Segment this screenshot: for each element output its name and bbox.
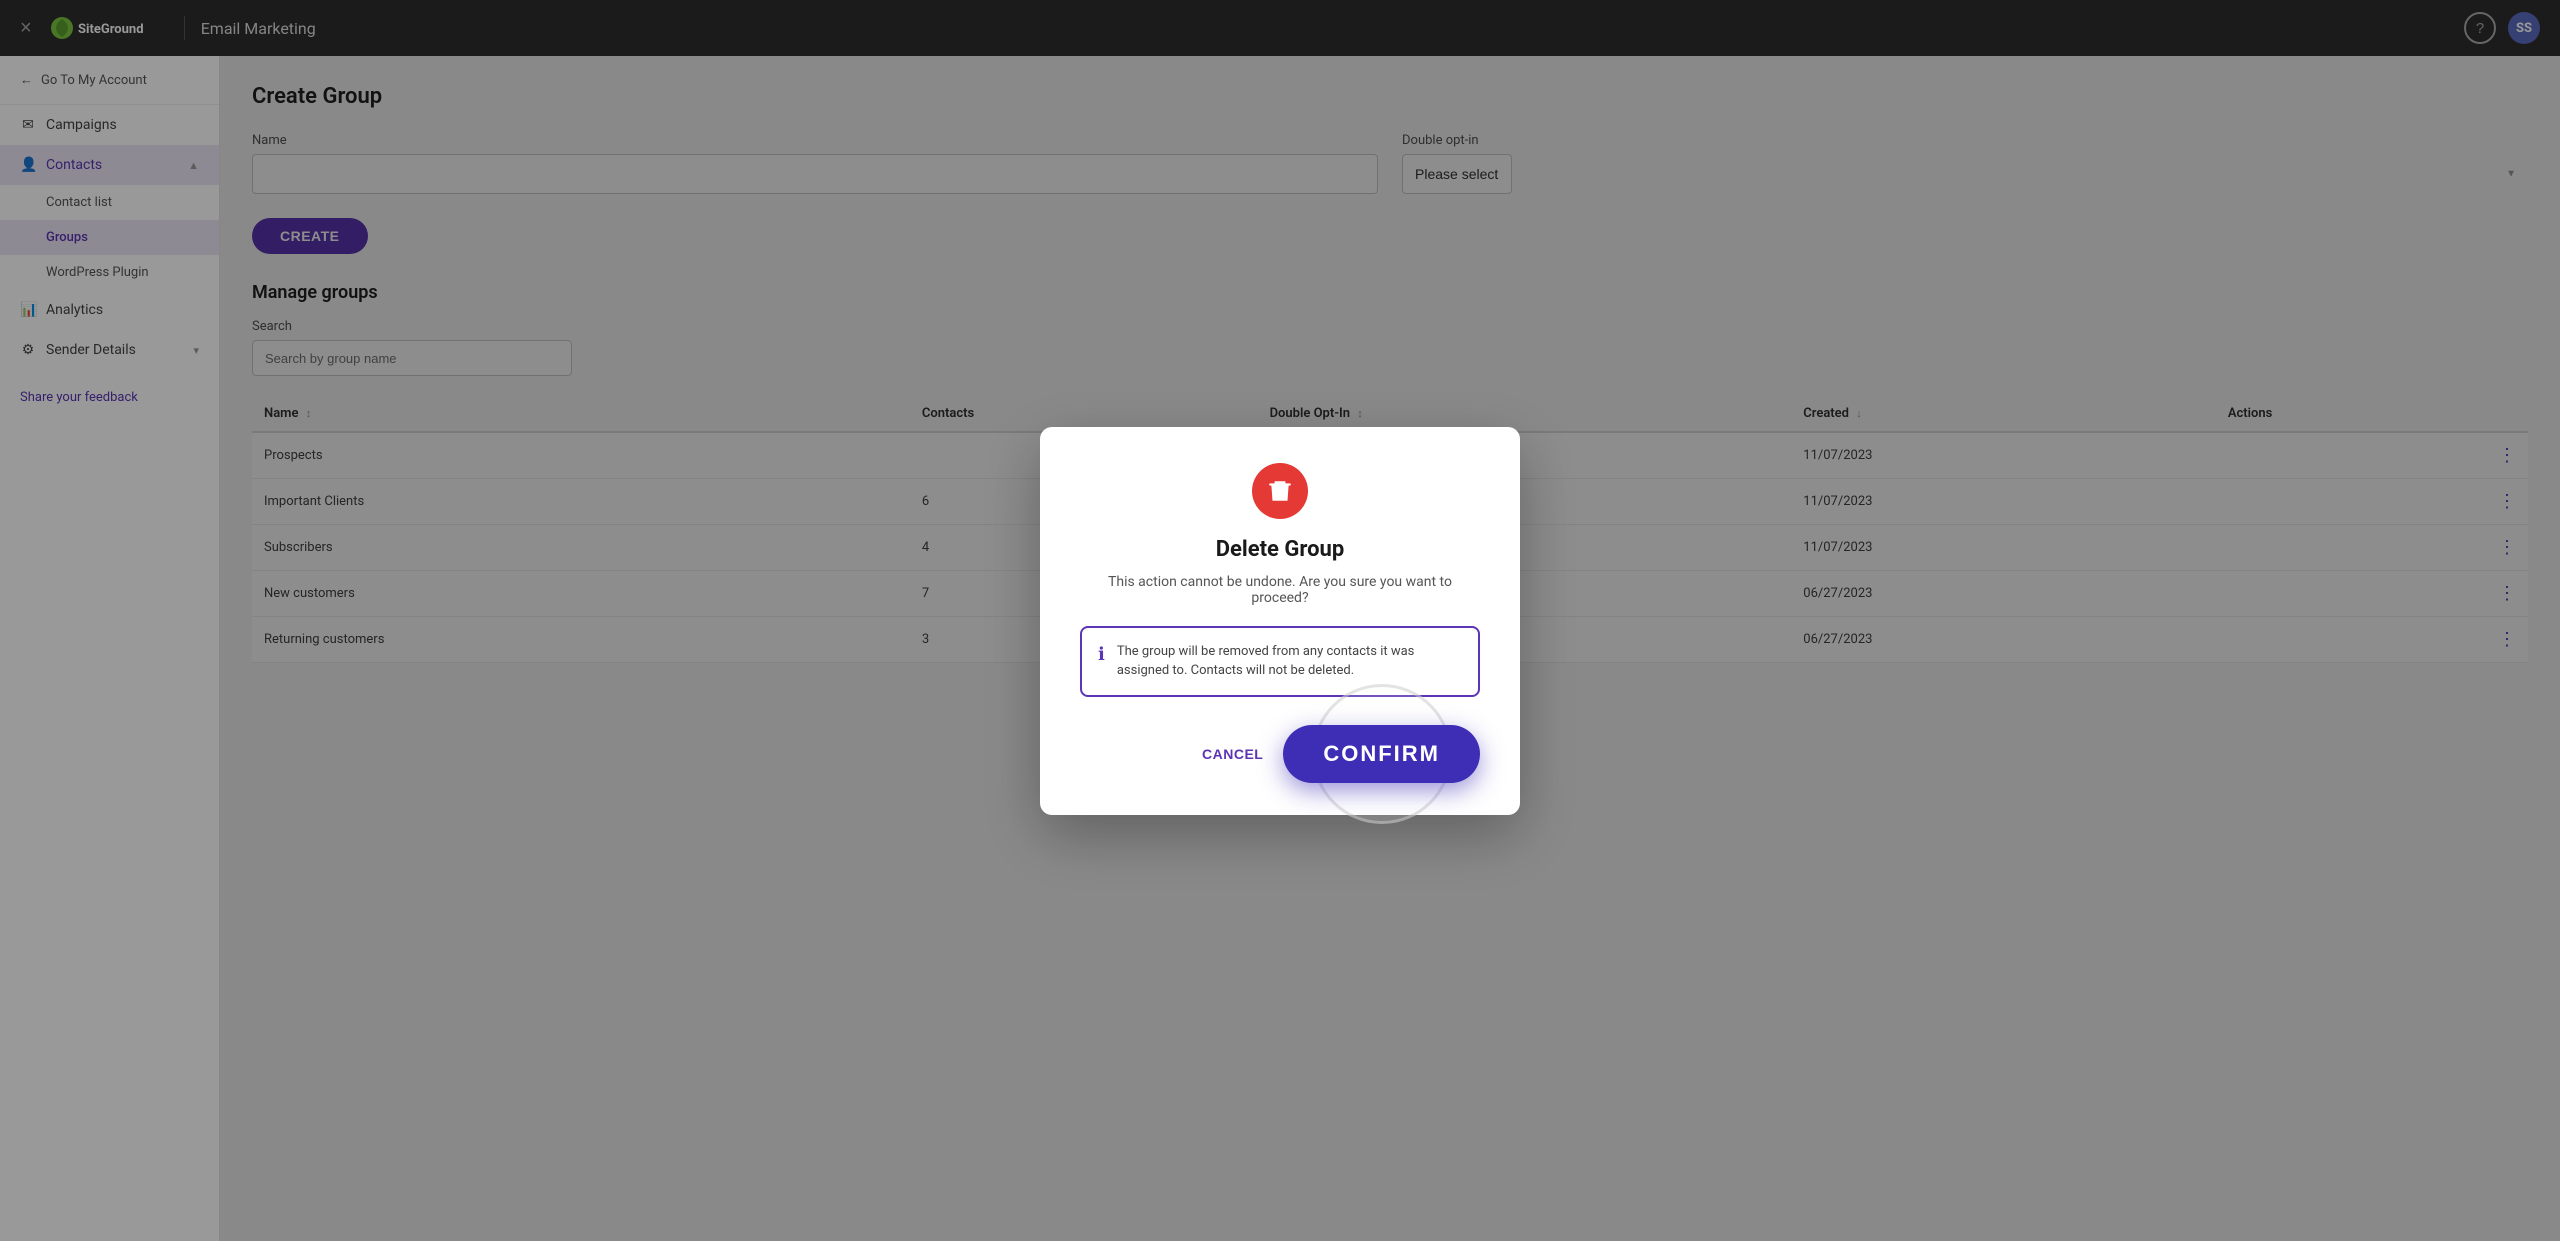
- info-icon: ℹ: [1098, 644, 1105, 665]
- confirm-wrapper: CONFIRM: [1283, 725, 1480, 783]
- modal-trash-icon-wrap: [1252, 463, 1308, 519]
- modal-title: Delete Group: [1080, 537, 1480, 562]
- trash-icon: [1267, 478, 1293, 504]
- modal-overlay: Delete Group This action cannot be undon…: [0, 0, 2560, 1241]
- modal-description: This action cannot be undone. Are you su…: [1080, 574, 1480, 606]
- modal-actions: CANCEL CONFIRM: [1080, 725, 1480, 783]
- modal-info-text: The group will be removed from any conta…: [1117, 642, 1462, 681]
- modal-info-box: ℹ The group will be removed from any con…: [1080, 626, 1480, 697]
- delete-group-modal: Delete Group This action cannot be undon…: [1040, 427, 1520, 815]
- confirm-button[interactable]: CONFIRM: [1283, 725, 1480, 783]
- cancel-button[interactable]: CANCEL: [1202, 746, 1263, 762]
